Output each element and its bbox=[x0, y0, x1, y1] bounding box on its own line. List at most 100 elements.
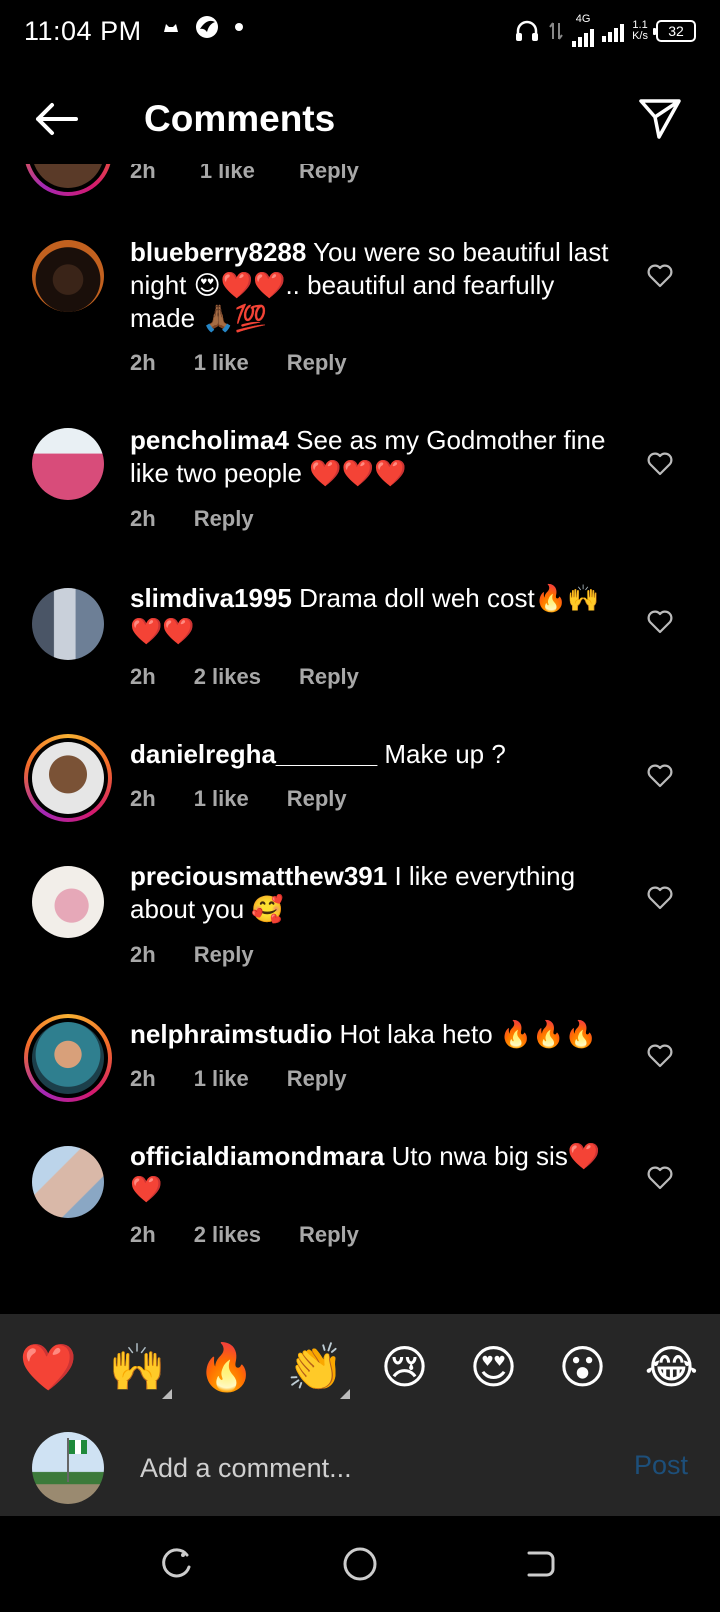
comment-username[interactable]: blueberry8288 bbox=[130, 237, 306, 267]
comment-username[interactable]: danielregha_______ bbox=[130, 739, 377, 769]
comment-time: 2h bbox=[130, 350, 156, 375]
reply-button[interactable]: Reply bbox=[287, 350, 347, 376]
system-navigation-bar bbox=[0, 1516, 720, 1612]
comment-meta: 2h 2 likes Reply bbox=[130, 1222, 397, 1248]
like-button[interactable] bbox=[642, 258, 678, 294]
reaction-heart-eyes[interactable]: 😍 bbox=[458, 1331, 530, 1403]
avatar[interactable] bbox=[24, 164, 112, 196]
bird-app-icon bbox=[196, 16, 218, 38]
comment-meta: 2h 1 like Reply bbox=[130, 1066, 385, 1092]
comment-text: slimdiva1995 Drama doll weh cost🔥🙌❤️❤️ bbox=[130, 582, 620, 648]
comment-list[interactable]: 2h 1 like Reply blueberry8288 You were s… bbox=[0, 164, 720, 1314]
reply-button[interactable]: Reply bbox=[194, 942, 254, 968]
avatar-image bbox=[32, 1022, 104, 1094]
reply-button[interactable]: Reply bbox=[287, 1066, 347, 1092]
avatar-image bbox=[32, 866, 104, 938]
comment-likes[interactable]: 1 like bbox=[194, 1066, 249, 1092]
signal-icon-2 bbox=[602, 20, 625, 42]
comment-item-partial: 2h 1 like Reply bbox=[0, 164, 720, 204]
like-button[interactable] bbox=[642, 880, 678, 916]
like-button[interactable] bbox=[642, 1038, 678, 1074]
reaction-clap[interactable]: 👏 bbox=[280, 1331, 352, 1403]
comment-likes[interactable]: 1 like bbox=[194, 350, 249, 376]
reaction-emoji: 👏 bbox=[286, 1340, 345, 1393]
comment-username[interactable]: preciousmatthew391 bbox=[130, 861, 387, 891]
heart-outline-icon bbox=[647, 886, 673, 910]
comment-likes[interactable]: 1 like bbox=[200, 164, 255, 183]
status-system-icons: 4G 1.1 K/s 32 bbox=[514, 14, 696, 47]
network-indicator: 4G bbox=[572, 14, 595, 47]
comment-content: Hot laka heto 🔥🔥🔥 bbox=[339, 1019, 598, 1049]
avatar[interactable] bbox=[32, 428, 104, 500]
reply-button[interactable]: Reply bbox=[299, 664, 359, 690]
home-button[interactable] bbox=[336, 1540, 384, 1588]
reply-button[interactable]: Reply bbox=[299, 164, 359, 183]
comment-likes[interactable]: 2 likes bbox=[194, 1222, 261, 1248]
post-button[interactable]: Post bbox=[634, 1450, 688, 1481]
comment-text: officialdiamondmara Uto nwa big sis❤️❤️ bbox=[130, 1140, 620, 1206]
battery-level: 32 bbox=[668, 22, 684, 39]
reaction-heart[interactable]: ❤️ bbox=[13, 1331, 85, 1403]
reaction-surprised[interactable]: 😮 bbox=[547, 1331, 619, 1403]
avatar-image bbox=[32, 428, 104, 500]
avatar[interactable] bbox=[32, 1146, 104, 1218]
comment-text: danielregha_______ Make up ? bbox=[130, 738, 620, 771]
avatar-image bbox=[32, 742, 104, 814]
comment-composer: Post bbox=[0, 1420, 720, 1516]
share-button[interactable] bbox=[632, 90, 688, 146]
comment-meta: 2h 1 like Reply bbox=[130, 164, 397, 184]
heart-outline-icon bbox=[647, 1166, 673, 1190]
like-button[interactable] bbox=[642, 1160, 678, 1196]
avatar-with-story[interactable] bbox=[24, 1014, 112, 1102]
comment-time: 2h bbox=[130, 164, 156, 183]
comment-likes[interactable]: 2 likes bbox=[194, 664, 261, 690]
comment-time: 2h bbox=[130, 1066, 156, 1091]
comment-content: Make up ? bbox=[384, 739, 506, 769]
comment-text: blueberry8288 You were so beautiful last… bbox=[130, 236, 620, 335]
back-button[interactable] bbox=[28, 94, 84, 144]
comment-username[interactable]: pencholima4 bbox=[130, 425, 289, 455]
avatar[interactable] bbox=[32, 866, 104, 938]
current-user-avatar bbox=[32, 1432, 104, 1504]
reaction-crying[interactable]: 😢 bbox=[369, 1331, 441, 1403]
back-nav-icon bbox=[527, 1551, 555, 1577]
heart-outline-icon bbox=[647, 452, 673, 476]
recent-apps-icon bbox=[162, 1548, 191, 1578]
battery-icon: 32 bbox=[653, 19, 696, 42]
like-button[interactable] bbox=[642, 446, 678, 482]
comment-text: pencholima4 See as my Godmother fine lik… bbox=[130, 424, 620, 490]
reply-button[interactable]: Reply bbox=[194, 506, 254, 532]
avatar-with-story[interactable] bbox=[24, 734, 112, 822]
back-nav-button[interactable] bbox=[516, 1540, 564, 1588]
comment-meta: 2h 1 like Reply bbox=[130, 350, 385, 376]
avatar[interactable] bbox=[32, 240, 104, 312]
reply-button[interactable]: Reply bbox=[299, 1222, 359, 1248]
comment-username[interactable]: slimdiva1995 bbox=[130, 583, 292, 613]
reaction-fire[interactable]: 🔥 bbox=[191, 1331, 263, 1403]
comment-time: 2h bbox=[130, 664, 156, 689]
comment-meta: 2h Reply bbox=[130, 506, 292, 532]
comment-meta: 2h 2 likes Reply bbox=[130, 664, 397, 690]
comment-username[interactable]: nelphraimstudio bbox=[130, 1019, 332, 1049]
avatar[interactable] bbox=[32, 588, 104, 660]
signal-icon bbox=[572, 25, 595, 47]
reaction-emoji: 🔥 bbox=[197, 1340, 256, 1393]
like-button[interactable] bbox=[642, 604, 678, 640]
like-button[interactable] bbox=[642, 758, 678, 794]
comment-input[interactable] bbox=[140, 1444, 580, 1492]
reaction-laughing[interactable]: 😂 bbox=[636, 1331, 708, 1403]
reaction-emoji: 🙌 bbox=[108, 1340, 167, 1393]
comment-username[interactable]: officialdiamondmara bbox=[130, 1141, 384, 1171]
status-time: 11:04 PM bbox=[24, 16, 142, 46]
heart-outline-icon bbox=[647, 764, 673, 788]
reply-button[interactable]: Reply bbox=[287, 786, 347, 812]
avatar-image bbox=[32, 1146, 104, 1218]
reaction-emoji: 😢 bbox=[380, 1341, 429, 1393]
reaction-raised-hands[interactable]: 🙌 bbox=[102, 1331, 174, 1403]
data-transfer-icon bbox=[549, 21, 563, 40]
comment-likes[interactable]: 1 like bbox=[194, 786, 249, 812]
comment-time: 2h bbox=[130, 942, 156, 967]
comment-time: 2h bbox=[130, 786, 156, 811]
recent-apps-button[interactable] bbox=[152, 1540, 200, 1588]
arrow-left-icon bbox=[36, 103, 78, 135]
